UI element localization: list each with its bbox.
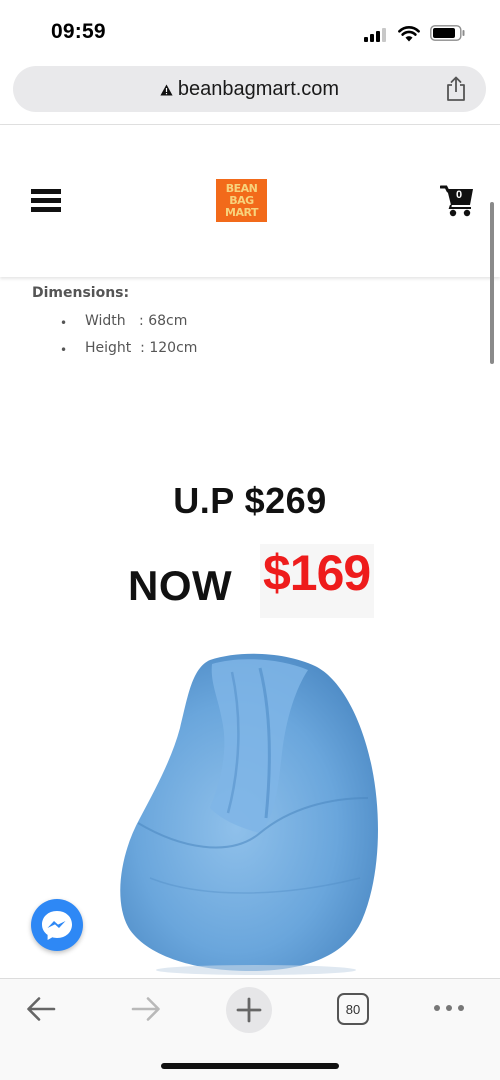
home-indicator <box>161 1063 339 1069</box>
site-header: BEAN BAG MART 0 <box>0 125 500 277</box>
hamburger-icon[interactable] <box>31 189 61 213</box>
battery-icon <box>430 25 465 41</box>
url-text: beanbagmart.com <box>177 77 340 100</box>
site-logo[interactable]: BEAN BAG MART <box>216 179 267 222</box>
sale-price: $169 <box>263 545 371 601</box>
wifi-icon <box>398 26 420 42</box>
now-label: NOW <box>128 562 233 609</box>
more-dots-icon[interactable] <box>434 1005 464 1013</box>
scroll-indicator <box>490 202 494 364</box>
messenger-button[interactable] <box>31 899 83 951</box>
dimensions-title: Dimensions: <box>32 285 130 301</box>
dimension-height: Height : 120cm <box>85 340 198 356</box>
back-arrow-icon[interactable] <box>25 995 57 1023</box>
tab-count-button[interactable]: 80 <box>337 993 369 1025</box>
plus-icon <box>236 997 262 1023</box>
bullet: • <box>60 343 68 357</box>
product-image[interactable] <box>110 648 390 978</box>
messenger-icon <box>42 911 72 940</box>
cart-count: 0 <box>455 189 463 201</box>
bullet: • <box>60 316 68 330</box>
new-tab-button[interactable] <box>226 987 272 1033</box>
cellular-signal-icon <box>364 28 386 42</box>
forward-arrow-icon[interactable] <box>130 995 162 1023</box>
status-bar: 09:59 <box>0 0 500 62</box>
share-icon[interactable] <box>444 76 468 102</box>
cart-button[interactable]: 0 <box>440 183 476 219</box>
warning-triangle-icon <box>160 84 173 95</box>
usual-price: U.P $269 <box>173 480 327 521</box>
address-bar[interactable]: beanbagmart.com <box>13 66 486 112</box>
dimension-width: Width : 68cm <box>85 313 188 329</box>
status-time: 09:59 <box>51 20 106 43</box>
